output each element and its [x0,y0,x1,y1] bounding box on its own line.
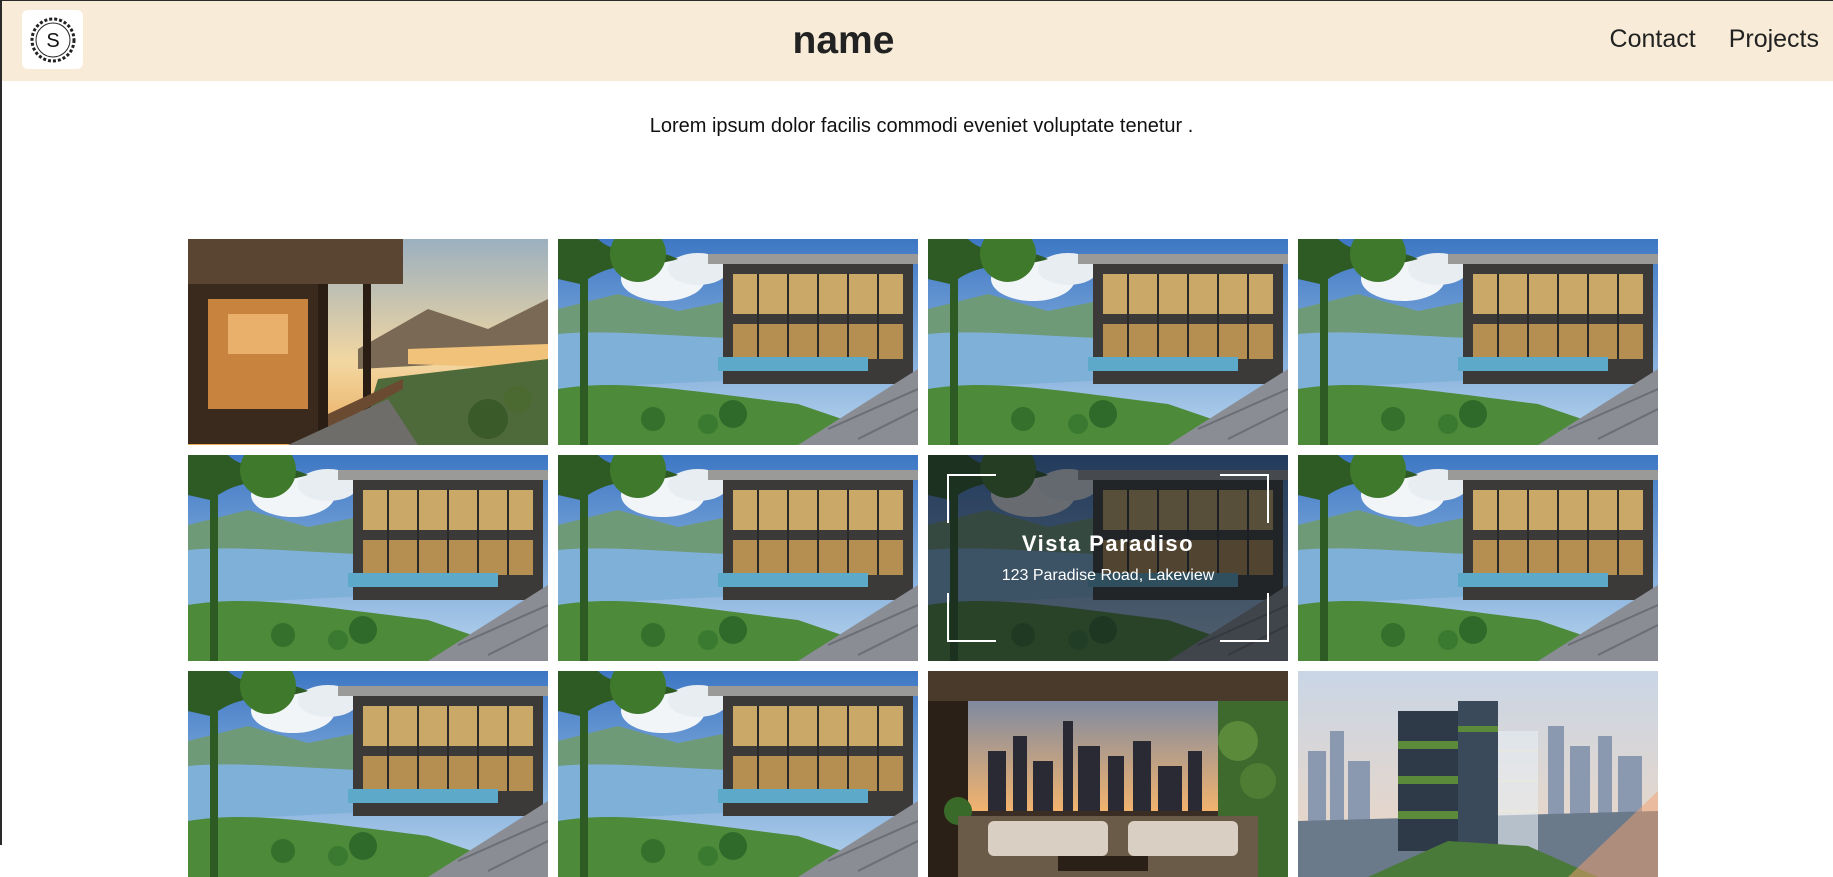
page-title: name [792,19,895,62]
project-gallery: Vista Paradiso 123 Paradise Road, Lakevi… [188,239,1659,877]
villa-photo [928,239,1288,445]
villa-photo [558,671,918,877]
villa-photo [558,455,918,661]
project-tile[interactable] [558,671,918,877]
project-tile[interactable] [1298,455,1658,661]
project-tile[interactable] [558,239,918,445]
city-tower-photo [1298,671,1658,877]
project-tile[interactable] [1298,671,1658,877]
project-tile[interactable] [188,239,548,445]
villa-photo [188,671,548,877]
project-tile[interactable] [928,239,1288,445]
villa-photo [558,239,918,445]
city-lounge-photo [928,671,1288,877]
nav-projects[interactable]: Projects [1729,25,1819,54]
project-tile[interactable] [1298,239,1658,445]
site-header: S name Contact Projects [2,1,1833,81]
frame-corners [947,474,1269,642]
intro-text: Lorem ipsum dolor facilis commodi evenie… [649,115,1194,137]
nav-contact[interactable]: Contact [1610,25,1696,54]
project-tile[interactable] [928,671,1288,877]
project-tile[interactable] [188,455,548,661]
project-hover-overlay[interactable]: Vista Paradiso 123 Paradise Road, Lakevi… [928,455,1288,661]
project-tile[interactable]: Vista Paradiso 123 Paradise Road, Lakevi… [928,455,1288,661]
villa-photo [1298,239,1658,445]
main-nav: Contact Projects [1610,25,1819,54]
villa-photo [1298,455,1658,661]
project-tile[interactable] [558,455,918,661]
villa-photo [188,455,548,661]
project-tile[interactable] [188,671,548,877]
terrace-photo [188,239,548,445]
